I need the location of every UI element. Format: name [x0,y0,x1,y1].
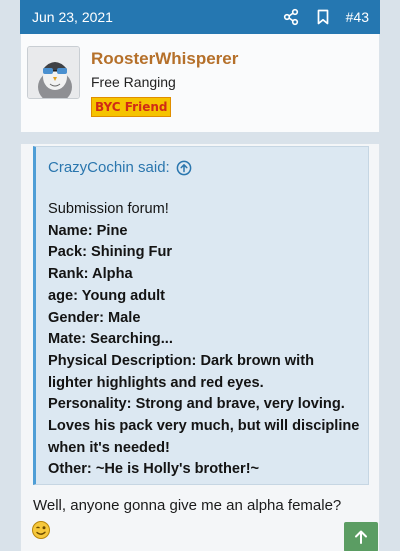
post-number-link[interactable]: #43 [346,9,369,25]
avatar[interactable] [27,46,80,99]
username-link[interactable]: RoosterWhisperer [91,49,238,69]
message-body: CrazyCochin said: Submission forum! Name… [20,144,380,551]
quote-line: Mate: Searching... [48,331,173,348]
post-header: Jun 23, 2021 #43 [20,0,380,34]
quote-line: Submission forum! [48,201,169,217]
scroll-to-top-button[interactable] [344,522,378,551]
quote-attribution-link[interactable]: CrazyCochin said: [48,159,192,176]
quote-line: Pack: Shining Fur [48,244,173,261]
quote-line: Rank: Alpha [48,266,133,283]
reply-text: Well, anyone gonna give me an alpha fema… [33,497,342,514]
bookmark-icon[interactable] [314,8,332,26]
user-badge: BYC Friend [91,97,172,117]
quote-line: Physical Description: Dark brown with [48,352,314,369]
quote-line: when it's needed! [48,439,170,456]
post-date[interactable]: Jun 23, 2021 [32,9,113,25]
user-info: RoosterWhisperer Free Ranging BYC Friend [20,34,380,132]
quote-line: Gender: Male [48,309,141,326]
wink-face-icon [31,520,51,540]
post-actions: #43 [282,8,369,26]
quote-line: age: Young adult [48,287,166,304]
quote-line: Other: ~He is Holly's brother!~ [48,461,260,478]
arrow-up-icon [355,530,367,544]
divider [0,132,400,144]
quote-content: Submission forum! Name: Pine Pack: Shini… [48,199,368,481]
quote-line: Loves his pack very much, but will disci… [48,418,360,435]
falcon-avatar-image [28,47,79,98]
quote-line: lighter highlights and red eyes. [48,374,264,391]
quote-block: CrazyCochin said: Submission forum! Name… [33,146,369,485]
share-icon[interactable] [282,8,300,26]
quote-line: Personality: Strong and brave, very lovi… [48,396,345,413]
user-title: Free Ranging [91,74,176,90]
arrow-up-circle-icon[interactable] [176,160,192,176]
quote-author: CrazyCochin said: [48,159,170,176]
quote-line: Name: Pine [48,222,128,239]
